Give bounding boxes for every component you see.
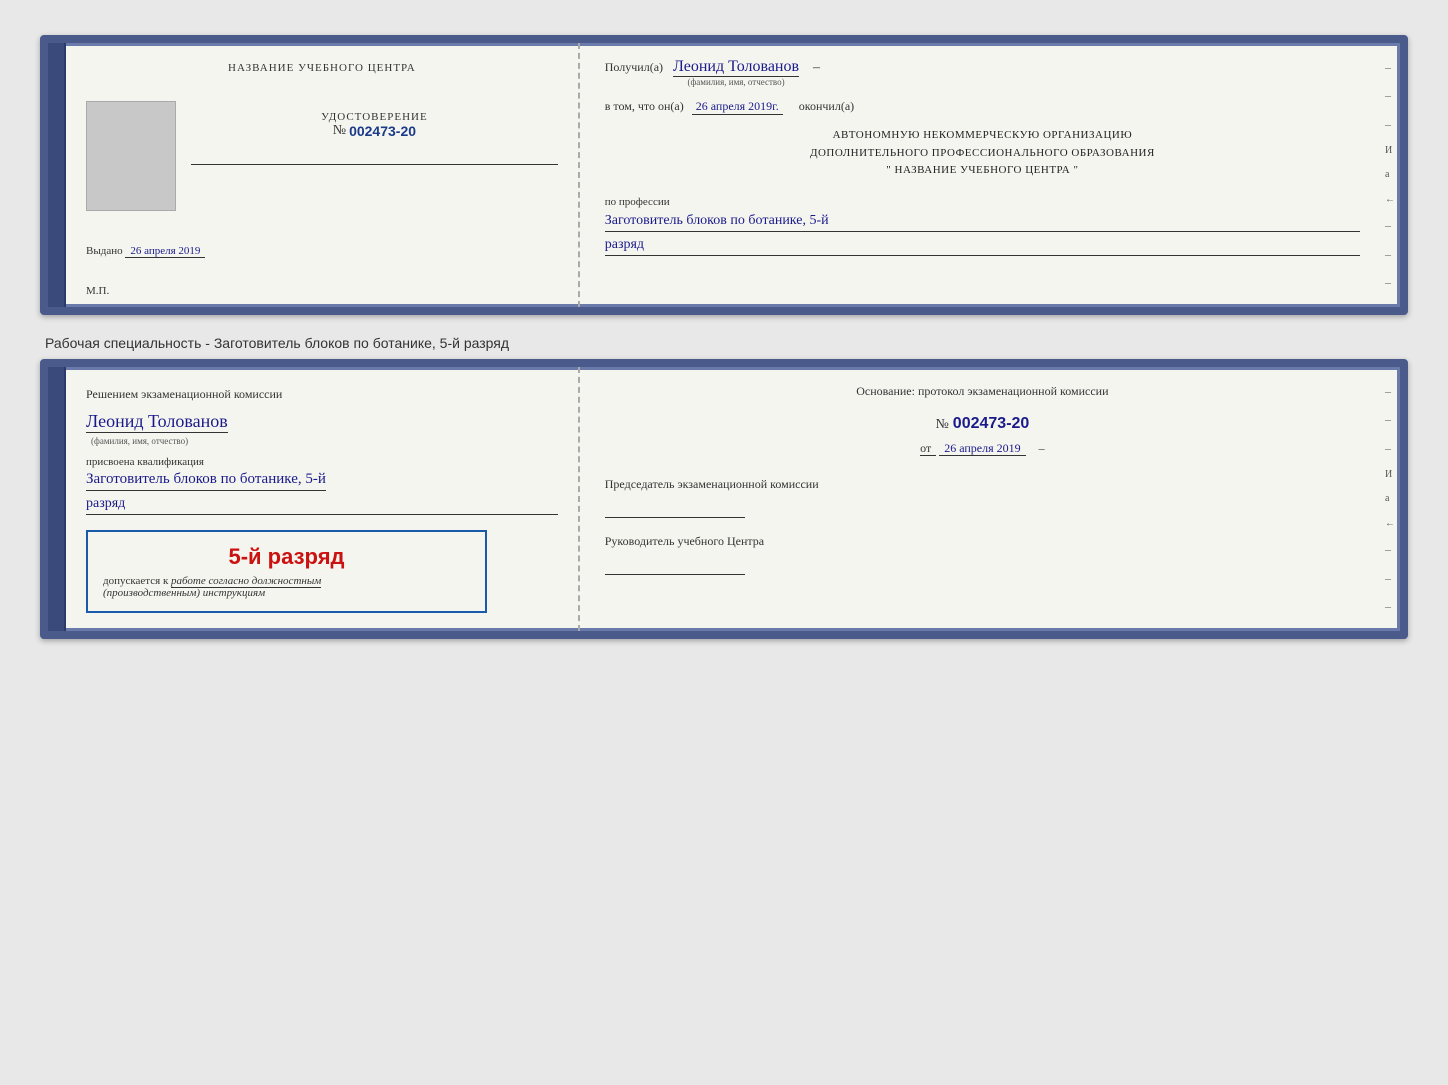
director-block: Руководитель учебного Центра (605, 533, 1360, 575)
chairman-sig-line (605, 498, 745, 518)
doc-spine-1 (48, 43, 66, 307)
mp-label: М.П. (86, 285, 109, 297)
org-line2: ДОПОЛНИТЕЛЬНОГО ПРОФЕССИОНАЛЬНОГО ОБРАЗО… (605, 145, 1360, 163)
cert-center-title: НАЗВАНИЕ УЧЕБНОГО ЦЕНТРА (228, 61, 416, 76)
commission-prefix: Решением экзаменационной комиссии (86, 387, 282, 401)
exam-commission-card: Решением экзаменационной комиссии Леонид… (40, 359, 1408, 639)
exam-left-panel: Решением экзаменационной комиссии Леонид… (66, 367, 580, 631)
cert-left-panel: НАЗВАНИЕ УЧЕБНОГО ЦЕНТРА УДОСТОВЕРЕНИЕ №… (66, 43, 580, 307)
okoncil: окончил(а) (799, 99, 854, 114)
exam-right-panel: Основание: протокол экзаменационной коми… (580, 367, 1380, 631)
protocol-number: 002473-20 (953, 415, 1030, 432)
completion-date: 26 апреля 2019г. (692, 99, 783, 115)
cert-number-value: 002473-20 (349, 123, 416, 139)
commission-title: Решением экзаменационной комиссии (86, 385, 282, 403)
issued-line: Выдано 26 апреля 2019 (86, 245, 205, 258)
razryad-2: разряд (86, 496, 558, 515)
fio-label-1: (фамилия, имя, отчество) (673, 77, 799, 87)
vtom-prefix: в том, что он(а) (605, 99, 684, 114)
cert-right-panel: Получил(а) Леонид Толованов (фамилия, им… (580, 43, 1380, 307)
cert-underline (191, 147, 558, 165)
profession-label: по профессии (605, 196, 670, 208)
razryad-1: разряд (605, 237, 1360, 256)
date-prefix: от (920, 441, 936, 456)
cert-number-section: УДОСТОВЕРЕНИЕ № 002473-20 (191, 111, 558, 170)
profession-section: по профессии Заготовитель блоков по бота… (605, 192, 1360, 256)
cert-number-prefix: № (333, 123, 346, 139)
issued-date-value: 26 апреля 2019 (125, 245, 205, 258)
certificate-card: НАЗВАНИЕ УЧЕБНОГО ЦЕНТРА УДОСТОВЕРЕНИЕ №… (40, 35, 1408, 315)
director-label: Руководитель учебного Центра (605, 533, 1360, 550)
commission-name: Леонид Толованов (86, 411, 228, 433)
stamp-allowed: допускается к работе согласно должностны… (103, 575, 470, 587)
fio-label-2: (фамилия, имя, отчество) (91, 436, 188, 446)
basis-title: Основание: протокол экзаменационной коми… (605, 382, 1360, 400)
protocol-number-block: № 002473-20 (605, 415, 1360, 433)
stamp-instructions: (производственным) инструкциям (103, 587, 470, 599)
specialty-label: Рабочая специальность - Заготовитель бло… (40, 327, 1408, 359)
protocol-date-block: от 26 апреля 2019 – (605, 441, 1360, 456)
page-wrapper: НАЗВАНИЕ УЧЕБНОГО ЦЕНТРА УДОСТОВЕРЕНИЕ №… (20, 20, 1428, 666)
assigned-label: присвоена квалификация (86, 456, 204, 468)
vtom-line: в том, что он(а) 26 апреля 2019г. окончи… (605, 99, 1360, 115)
recipient-line: Получил(а) Леонид Толованов (фамилия, им… (605, 58, 1360, 87)
edge-markers-1: – – – И а ← – – – (1380, 43, 1400, 307)
stamp-rank: 5-й разряд (103, 544, 470, 570)
doc-spine-2 (48, 367, 66, 631)
org-line3: " НАЗВАНИЕ УЧЕБНОГО ЦЕНТРА " (605, 162, 1360, 180)
cert-label: УДОСТОВЕРЕНИЕ (191, 111, 558, 123)
org-block: АВТОНОМНУЮ НЕКОММЕРЧЕСКУЮ ОРГАНИЗАЦИЮ ДО… (605, 127, 1360, 180)
org-line1: АВТОНОМНУЮ НЕКОММЕРЧЕСКУЮ ОРГАНИЗАЦИЮ (605, 127, 1360, 145)
protocol-prefix: № (935, 417, 948, 432)
profession-name: Заготовитель блоков по ботанике, 5-й (605, 213, 1360, 232)
chairman-block: Председатель экзаменационной комиссии (605, 476, 1360, 518)
edge-markers-2: – – – И а ← – – – (1380, 367, 1400, 631)
protocol-date-value: 26 апреля 2019 (939, 441, 1025, 456)
chairman-label: Председатель экзаменационной комиссии (605, 476, 1360, 493)
qualification-value: Заготовитель блоков по ботанике, 5-й (86, 471, 326, 491)
received-prefix: Получил(а) (605, 60, 663, 75)
director-sig-line (605, 555, 745, 575)
stamp-box: 5-й разряд допускается к работе согласно… (86, 530, 487, 613)
photo-placeholder (86, 101, 176, 211)
recipient-name: Леонид Толованов (673, 58, 799, 77)
